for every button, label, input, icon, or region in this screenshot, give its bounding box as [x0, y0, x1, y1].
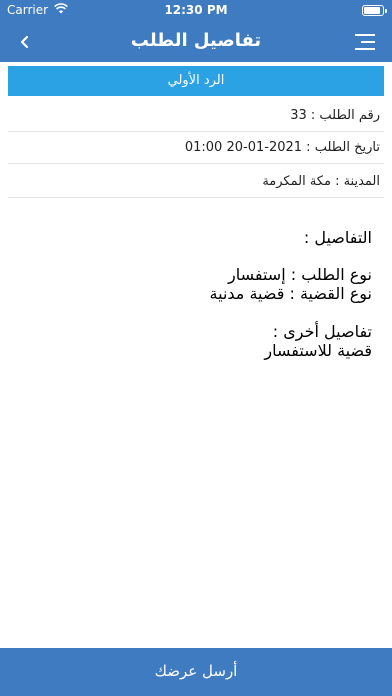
menu-icon — [355, 34, 375, 50]
menu-button[interactable] — [352, 31, 378, 53]
city-row: المدينة : مكة المكرمة — [8, 166, 384, 198]
status-time: 12:30 PM — [164, 3, 228, 17]
details-heading: التفاصيل : — [303, 228, 372, 247]
nav-bar: تفاصيل الطلب — [0, 22, 392, 62]
details-block: التفاصيل : نوع الطلب : إستفسار نوع القضي… — [32, 228, 372, 360]
page-title: تفاصيل الطلب — [130, 30, 262, 51]
request-number-row: رقم الطلب : 33 — [8, 100, 384, 132]
other-details-text: قضية للاستفسار — [264, 341, 372, 360]
request-date-row: تاريخ الطلب : 2021-01-20 01:00 — [8, 132, 384, 164]
other-details-heading: تفاصيل أخرى : — [272, 322, 372, 341]
status-bar: Carrier 12:30 PM — [0, 0, 392, 22]
case-type-line: نوع القضية : قضية مدنية — [209, 284, 372, 303]
battery-icon — [362, 5, 387, 16]
initial-reply-button[interactable]: الرد الأولي — [8, 66, 384, 96]
request-type-line: نوع الطلب : إستفسار — [227, 265, 372, 284]
submit-offer-button[interactable]: أرسل عرضك — [0, 648, 392, 696]
